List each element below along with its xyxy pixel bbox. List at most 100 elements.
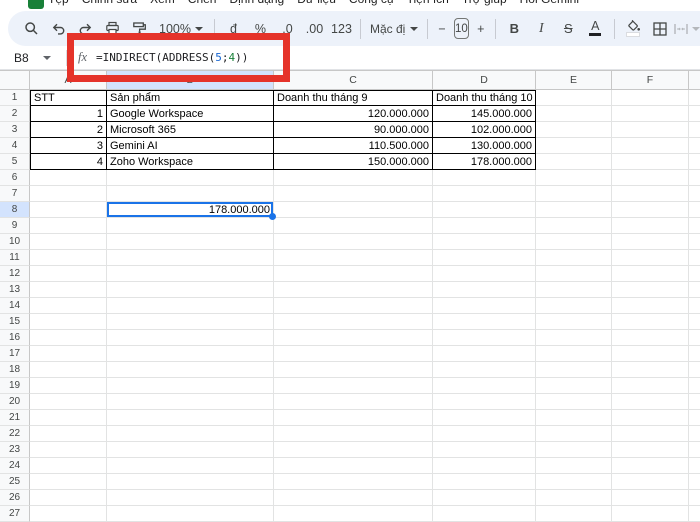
row-header-11[interactable]: 11 (0, 250, 30, 266)
cell-C1[interactable]: Doanh thu tháng 9 (274, 90, 433, 106)
cell-A15[interactable] (30, 314, 107, 330)
row-header-26[interactable]: 26 (0, 490, 30, 506)
cell-C21[interactable] (274, 410, 433, 426)
cell-E14[interactable] (536, 298, 612, 314)
borders-button[interactable] (647, 16, 674, 42)
cell-B10[interactable] (107, 234, 274, 250)
cell-B7[interactable] (107, 186, 274, 202)
cell-B9[interactable] (107, 218, 274, 234)
fill-handle[interactable] (269, 213, 276, 220)
cell-A7[interactable] (30, 186, 107, 202)
cell-partial[interactable] (689, 122, 700, 138)
cell-C4[interactable]: 110.500.000 (274, 138, 433, 154)
row-header-14[interactable]: 14 (0, 298, 30, 314)
cell-C13[interactable] (274, 282, 433, 298)
cell-partial[interactable] (689, 474, 700, 490)
cell-C5[interactable]: 150.000.000 (274, 154, 433, 170)
cell-B19[interactable] (107, 378, 274, 394)
row-header-7[interactable]: 7 (0, 186, 30, 202)
cell-F1[interactable] (612, 90, 689, 106)
cell-partial[interactable] (689, 250, 700, 266)
row-header-1[interactable]: 1 (0, 90, 30, 106)
cell-E18[interactable] (536, 362, 612, 378)
redo-icon[interactable] (72, 16, 99, 42)
cell-E7[interactable] (536, 186, 612, 202)
cell-C7[interactable] (274, 186, 433, 202)
cell-D26[interactable] (433, 490, 536, 506)
cell-A27[interactable] (30, 506, 107, 522)
cell-partial[interactable] (689, 362, 700, 378)
cell-B21[interactable] (107, 410, 274, 426)
column-header-E[interactable]: E (536, 71, 612, 90)
row-header-4[interactable]: 4 (0, 138, 30, 154)
row-header-6[interactable]: 6 (0, 170, 30, 186)
cell-F9[interactable] (612, 218, 689, 234)
cell-partial[interactable] (689, 90, 700, 106)
cell-partial[interactable] (689, 394, 700, 410)
cell-E16[interactable] (536, 330, 612, 346)
column-header-A[interactable]: A (30, 71, 107, 90)
cell-partial[interactable] (689, 378, 700, 394)
cell-C25[interactable] (274, 474, 433, 490)
cell-partial[interactable] (689, 218, 700, 234)
cell-A8[interactable] (30, 202, 107, 218)
formula-input[interactable]: =INDIRECT(ADDRESS(5;4)) (96, 51, 248, 64)
cell-E5[interactable] (536, 154, 612, 170)
cell-B4[interactable]: Gemini AI (107, 138, 274, 154)
cell-partial[interactable] (689, 330, 700, 346)
row-header-2[interactable]: 2 (0, 106, 30, 122)
cell-partial[interactable] (689, 170, 700, 186)
cell-E24[interactable] (536, 458, 612, 474)
row-header-25[interactable]: 25 (0, 474, 30, 490)
cell-E6[interactable] (536, 170, 612, 186)
cell-F24[interactable] (612, 458, 689, 474)
sheets-logo-icon[interactable] (28, 0, 44, 9)
column-header-F[interactable]: F (612, 71, 689, 90)
cell-F14[interactable] (612, 298, 689, 314)
cell-F25[interactable] (612, 474, 689, 490)
bold-button[interactable]: B (501, 16, 528, 42)
cell-B15[interactable] (107, 314, 274, 330)
menu-insert[interactable]: Chèn (188, 0, 217, 7)
cell-C8[interactable] (274, 202, 433, 218)
row-header-22[interactable]: 22 (0, 426, 30, 442)
cell-partial[interactable] (689, 106, 700, 122)
cell-F6[interactable] (612, 170, 689, 186)
cell-F21[interactable] (612, 410, 689, 426)
cell-D19[interactable] (433, 378, 536, 394)
menu-edit[interactable]: Chỉnh sửa (82, 0, 137, 7)
cell-partial[interactable] (689, 506, 700, 522)
cell-B25[interactable] (107, 474, 274, 490)
row-header-5[interactable]: 5 (0, 154, 30, 170)
row-header-8[interactable]: 8 (0, 202, 30, 218)
cell-B3[interactable]: Microsoft 365 (107, 122, 274, 138)
column-header-D[interactable]: D (433, 71, 536, 90)
cell-D13[interactable] (433, 282, 536, 298)
cell-partial[interactable] (689, 298, 700, 314)
cell-C23[interactable] (274, 442, 433, 458)
cell-A17[interactable] (30, 346, 107, 362)
cell-partial[interactable] (689, 490, 700, 506)
cell-A3[interactable]: 2 (30, 122, 107, 138)
cell-F18[interactable] (612, 362, 689, 378)
row-header-21[interactable]: 21 (0, 410, 30, 426)
more-formats-button[interactable]: 123 (328, 16, 355, 42)
menu-format[interactable]: Định dạng (229, 0, 284, 7)
cell-D2[interactable]: 145.000.000 (433, 106, 536, 122)
print-icon[interactable] (99, 16, 126, 42)
cell-partial[interactable] (689, 154, 700, 170)
increase-font-size-button[interactable]: + (472, 16, 490, 42)
name-box[interactable]: B8 (0, 51, 66, 65)
cell-C22[interactable] (274, 426, 433, 442)
increase-decimal-button[interactable]: .00 (301, 16, 328, 42)
cell-C19[interactable] (274, 378, 433, 394)
decrease-decimal-button[interactable]: .0 (274, 16, 301, 42)
cell-A18[interactable] (30, 362, 107, 378)
cell-partial[interactable] (689, 314, 700, 330)
cell-F15[interactable] (612, 314, 689, 330)
cell-B8[interactable]: 178.000.000 (107, 202, 276, 220)
cell-E9[interactable] (536, 218, 612, 234)
cell-A21[interactable] (30, 410, 107, 426)
cell-D18[interactable] (433, 362, 536, 378)
cell-A20[interactable] (30, 394, 107, 410)
